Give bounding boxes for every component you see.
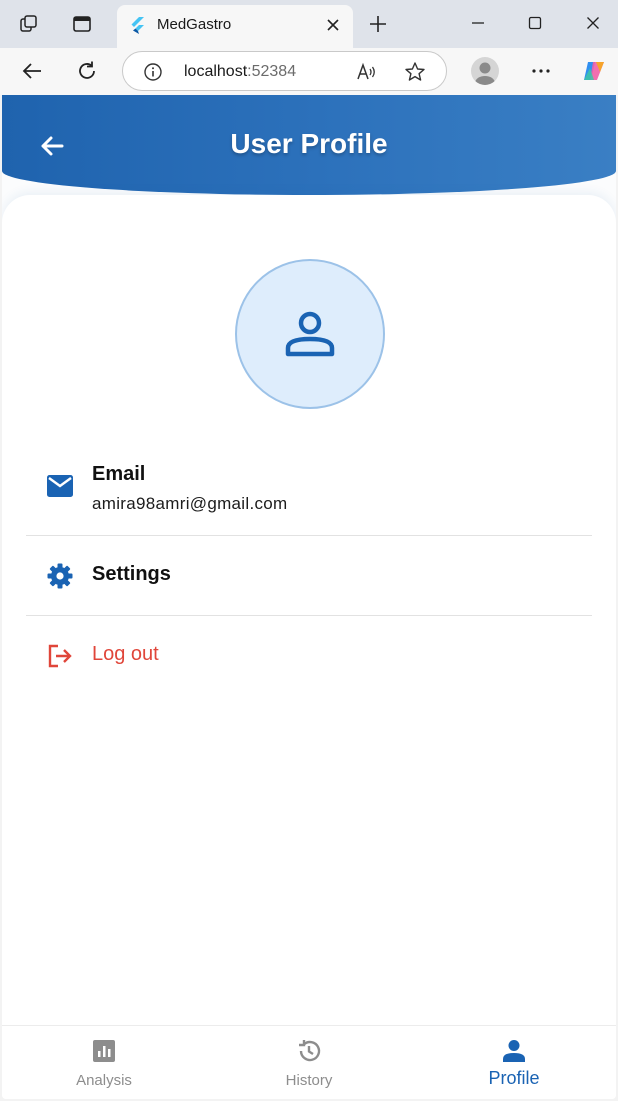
nav-item-history[interactable]: History xyxy=(207,1026,411,1099)
nav-label: Profile xyxy=(488,1068,540,1088)
bottom-navigation: Analysis History Profile xyxy=(2,1025,616,1099)
more-menu-icon[interactable] xyxy=(528,58,554,84)
address-port: :52384 xyxy=(247,63,297,80)
page-title: User Profile xyxy=(230,128,388,159)
refresh-icon[interactable] xyxy=(74,58,100,84)
address-url[interactable]: localhost:52384 xyxy=(184,63,296,81)
new-tab-icon[interactable] xyxy=(366,12,390,36)
browser-toolbar: localhost:52384 xyxy=(0,48,618,95)
person-outline-icon xyxy=(285,311,335,357)
browser-tab[interactable]: MedGastro xyxy=(117,5,353,48)
close-window-icon[interactable] xyxy=(578,8,608,38)
nav-item-analysis[interactable]: Analysis xyxy=(2,1026,206,1099)
nav-label: History xyxy=(285,1072,333,1089)
browser-back-icon[interactable] xyxy=(19,58,45,84)
app-header: User Profile xyxy=(2,95,616,195)
email-icon xyxy=(46,472,74,500)
address-bar[interactable]: localhost:52384 xyxy=(122,51,447,91)
email-value: amira98amri@gmail.com xyxy=(92,494,288,513)
maximize-icon[interactable] xyxy=(520,8,550,38)
nav-item-profile[interactable]: Profile xyxy=(412,1026,616,1099)
copilot-icon[interactable] xyxy=(581,58,607,84)
email-row: Email amira98amri@gmail.com xyxy=(26,455,592,535)
browser-titlebar: MedGastro xyxy=(0,0,618,48)
favorite-star-icon[interactable] xyxy=(404,61,426,83)
settings-label: Settings xyxy=(92,563,171,585)
tab-actions-icon[interactable] xyxy=(70,12,94,36)
logout-icon xyxy=(46,642,74,670)
minimize-icon[interactable] xyxy=(463,8,493,38)
tab-title: MedGastro xyxy=(157,16,232,33)
bar-chart-icon xyxy=(91,1038,117,1064)
logout-row[interactable]: Log out xyxy=(26,616,592,694)
site-info-icon[interactable] xyxy=(143,62,163,82)
person-icon xyxy=(501,1038,527,1064)
read-aloud-icon[interactable] xyxy=(355,61,377,83)
app-container: User Profile Email amira98amri@gmail.com xyxy=(2,95,616,1099)
profile-avatar xyxy=(235,259,385,409)
gear-icon xyxy=(46,562,74,590)
settings-row[interactable]: Settings xyxy=(26,536,592,615)
browser-profile-avatar-icon[interactable] xyxy=(471,57,499,85)
close-tab-icon[interactable] xyxy=(323,15,343,35)
email-label: Email xyxy=(92,463,146,485)
address-host: localhost xyxy=(184,63,248,80)
logout-label: Log out xyxy=(92,643,159,665)
history-icon xyxy=(296,1038,322,1064)
workspaces-icon[interactable] xyxy=(17,12,41,36)
flutter-favicon-icon xyxy=(129,17,145,35)
nav-label: Analysis xyxy=(76,1072,132,1089)
